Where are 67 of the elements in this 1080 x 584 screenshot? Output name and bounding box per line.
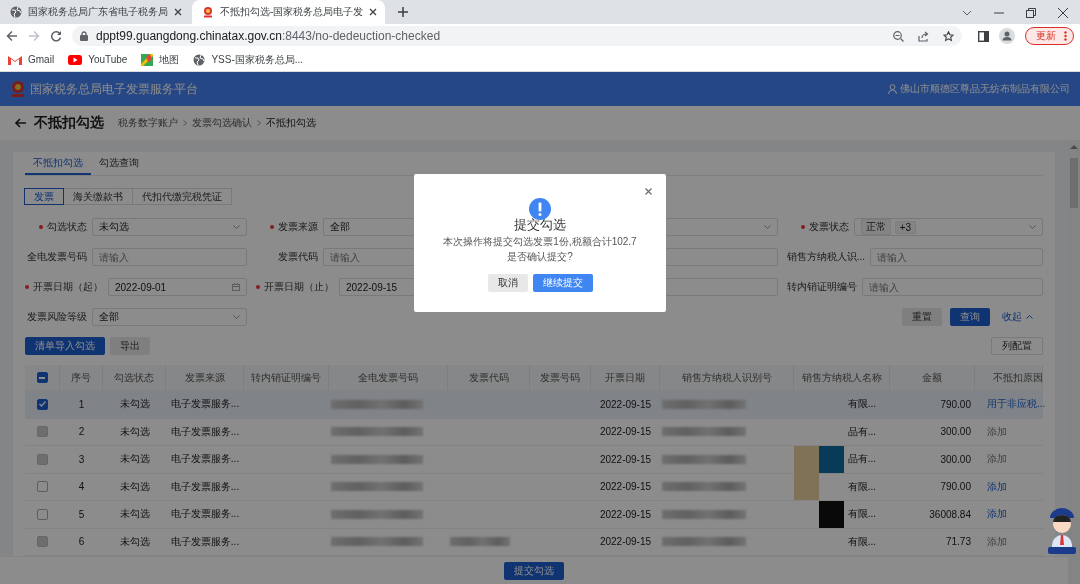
table-cell-text: 1 — [77, 398, 86, 410]
table-cell-text: 2022-09-15 — [598, 536, 653, 548]
field-label: 发票代码 — [278, 250, 318, 264]
tag: 正常 — [860, 219, 891, 235]
table-cell: 有限... — [847, 507, 876, 522]
field-label: 发票风险等级 — [27, 310, 87, 324]
table-cell-text: 未勾选 — [118, 424, 151, 439]
field-label: 开票日期（止） — [256, 280, 334, 294]
column-header: 开票日期 — [591, 365, 660, 390]
column-header: 全电发票号码 — [329, 365, 448, 390]
table-cell-text: 71.73 — [944, 536, 972, 548]
column-header: 发票号码 — [530, 365, 591, 390]
column-header: 序号 — [60, 365, 103, 390]
dialog-title: 提交勾选 — [514, 216, 566, 234]
field-label: 全电发票号码 — [27, 250, 87, 264]
table-cell-text: 未勾选 — [118, 479, 151, 494]
page-title: 不抵扣勾选 — [34, 114, 104, 132]
table-cell-text: 电子发票服务... — [169, 534, 241, 549]
table-cell-text: 2022-09-15 — [598, 508, 653, 520]
column-header: 销售方纳税人名称 — [794, 365, 890, 390]
tag: +3 — [894, 220, 917, 234]
table-cell-text: 4 — [77, 481, 86, 493]
table-cell-text: 电子发票服务... — [169, 397, 241, 412]
table-cell-text: 6 — [77, 536, 86, 548]
table-cell-text: 未勾选 — [118, 507, 151, 522]
field-label: 开票日期（起） — [25, 280, 103, 294]
dialog-question: 是否确认提交? — [507, 250, 573, 264]
url-text: dppt99.guangdong.chinatax.gov.cn:8443/no-dedeuction-checked — [96, 29, 441, 43]
column-header: 不抵扣原因 — [975, 365, 1043, 390]
platform-title: 国家税务总局电子发票服务平台 — [30, 80, 198, 98]
field-label: 销售方纳税人识... — [786, 250, 865, 264]
column-header: 转内销证明编号 — [244, 365, 329, 390]
table-cell-text: 电子发票服务... — [169, 452, 241, 467]
table-cell-text: 2 — [77, 426, 86, 438]
table-cell-text: 3 — [77, 453, 86, 465]
table-cell-text: 未勾选 — [118, 452, 151, 467]
table-cell-text: 电子发票服务... — [169, 424, 241, 439]
field-label: 勾选状态 — [39, 220, 87, 234]
breadcrumb-item: 不抵扣勾选 — [266, 116, 316, 130]
table-cell: 有限... — [847, 534, 876, 549]
table-cell-text: 未勾选 — [118, 397, 151, 412]
table-cell-text: 790.00 — [939, 481, 972, 493]
table-cell-text: 电子发票服务... — [169, 479, 241, 494]
table-cell-text: 未勾选 — [118, 534, 151, 549]
table-cell-text: 2022-09-15 — [598, 426, 653, 438]
column-header: 勾选状态 — [103, 365, 166, 390]
field-label: 发票来源 — [270, 220, 318, 234]
column-header: 金额 — [890, 365, 975, 390]
table-cell-text: 5 — [77, 508, 86, 520]
table-cell: 品有... — [847, 452, 876, 467]
table-cell: 有限... — [847, 479, 876, 494]
table-cell: 品有... — [847, 424, 876, 439]
table-cell-text: 2022-09-15 — [598, 453, 653, 465]
column-header: 发票代码 — [448, 365, 530, 390]
table-cell-text: 2022-09-15 — [598, 481, 653, 493]
dialog-message: 本次操作将提交勾选发票1份,税额合计102.7 — [443, 235, 637, 249]
table-cell-text: 300.00 — [939, 426, 972, 438]
table-cell-text: 36008.84 — [928, 508, 972, 520]
field-label: 转内销证明编号 — [786, 280, 857, 294]
table-cell-text: 790.00 — [939, 398, 972, 410]
column-header: 发票来源 — [166, 365, 244, 390]
field-label: 发票状态 — [800, 220, 849, 234]
table-cell-text: 电子发票服务... — [169, 507, 241, 522]
table-cell: 有限... — [847, 397, 876, 412]
table-cell-text: 2022-09-15 — [598, 398, 653, 410]
column-header: 销售方纳税人识别号 — [660, 365, 794, 390]
table-cell-text: 300.00 — [939, 453, 972, 465]
